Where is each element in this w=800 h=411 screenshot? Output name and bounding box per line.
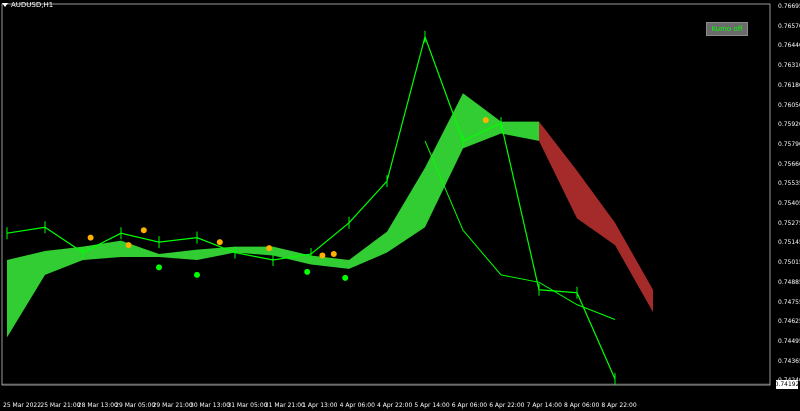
plot-border xyxy=(1,3,771,386)
x-tick-label: 8 Apr 06:00 xyxy=(564,402,600,409)
y-tick-label: 0.75145 xyxy=(778,239,800,247)
y-tick-label: 0.75660 xyxy=(778,160,800,168)
y-tick-label: 0.74495 xyxy=(778,337,800,345)
symbol-label: AUDUSD,H1 xyxy=(11,1,54,9)
fractal-down-marker xyxy=(156,264,162,271)
fractal-up-marker xyxy=(330,251,337,258)
y-tick-label: 0.75920 xyxy=(778,121,800,129)
kumo-bear-segment xyxy=(615,222,653,313)
y-tick-label: 0.76310 xyxy=(778,62,800,70)
kumo-bear-segment xyxy=(577,170,615,246)
kumo-bull-segment xyxy=(463,93,501,149)
chevron-down-icon[interactable] xyxy=(2,3,8,7)
fractal-down-marker xyxy=(304,268,311,275)
kumo-bull-segment xyxy=(349,231,387,269)
fractal-down-marker xyxy=(342,274,349,281)
y-tick-label: 0.75275 xyxy=(778,219,800,227)
price-chart[interactable] xyxy=(0,0,800,411)
x-tick-label: 28 Mar 13:00 xyxy=(77,402,118,409)
y-tick-label: 0.74365 xyxy=(778,357,800,365)
kumo-bull-segment xyxy=(387,167,425,253)
fractal-up-marker xyxy=(319,252,326,259)
x-tick-label: 31 Mar 21:00 xyxy=(264,402,305,409)
symbol-header: AUDUSD,H1 xyxy=(2,1,53,9)
y-tick-label: 0.74625 xyxy=(778,318,800,326)
fractal-up-marker xyxy=(482,117,489,124)
kumo-bear-segment xyxy=(539,121,577,219)
y-tick-label: 0.75535 xyxy=(778,180,800,188)
y-tick-label: 0.76180 xyxy=(778,81,800,89)
current-price-label: 0.74192 xyxy=(774,380,800,389)
x-tick-label: 1 Apr 13:00 xyxy=(302,402,338,409)
y-tick-label: 0.76570 xyxy=(778,22,800,30)
y-tick-label: 0.76695 xyxy=(778,3,800,10)
x-tick-label: 31 Mar 05:00 xyxy=(227,402,268,409)
y-tick-label: 0.76050 xyxy=(778,101,800,109)
x-tick-label: 6 Apr 06:00 xyxy=(451,402,488,409)
kumo-bull-segment xyxy=(425,93,463,228)
x-tick-label: 29 Mar 21:00 xyxy=(152,402,193,409)
x-tick-label: 7 Apr 14:00 xyxy=(526,402,562,409)
x-tick-label: 4 Apr 22:00 xyxy=(377,402,413,409)
kumo-bull-segment xyxy=(311,255,349,269)
kumo-toggle-button[interactable]: Kumo off xyxy=(706,22,748,36)
x-tick-label: 29 Mar 05:00 xyxy=(115,402,156,409)
fractal-up-marker xyxy=(266,245,273,252)
y-tick-label: 0.75405 xyxy=(778,200,800,207)
fractal-up-marker xyxy=(216,239,223,246)
x-tick-label: 4 Apr 06:00 xyxy=(339,402,375,409)
x-tick-label: 30 Mar 13:00 xyxy=(190,402,231,409)
x-tick-label: 5 Apr 14:00 xyxy=(414,402,450,409)
chart-window[interactable]: AUDUSD,H1 Kumo off 0.76695 0.76570 0.76440… xyxy=(0,0,800,411)
x-tick-label: 25 Mar 2022 xyxy=(3,402,42,409)
y-tick-label: 0.76440 xyxy=(778,42,800,50)
x-tick-label: 8 Apr 22:00 xyxy=(601,402,637,409)
fractal-down-marker xyxy=(194,271,200,278)
fractal-up-marker xyxy=(87,234,94,241)
fractal-up-marker xyxy=(140,227,147,234)
fractal-up-marker xyxy=(125,242,132,249)
x-tick-label: 25 Mar 21:00 xyxy=(40,402,81,409)
price-series-line xyxy=(6,34,616,380)
y-tick-label: 0.74885 xyxy=(778,278,800,286)
kumo-bull-segment xyxy=(45,246,83,275)
kumo-bull-segment xyxy=(197,246,235,260)
y-tick-label: 0.74755 xyxy=(778,298,800,306)
kumo-bull-segment xyxy=(501,121,539,141)
kumo-bull-segment xyxy=(159,249,197,260)
y-tick-label: 0.75015 xyxy=(778,259,800,267)
x-tick-label: 6 Apr 22:00 xyxy=(489,402,525,409)
kumo-bull-segment xyxy=(7,251,45,338)
y-tick-label: 0.75790 xyxy=(778,140,800,148)
